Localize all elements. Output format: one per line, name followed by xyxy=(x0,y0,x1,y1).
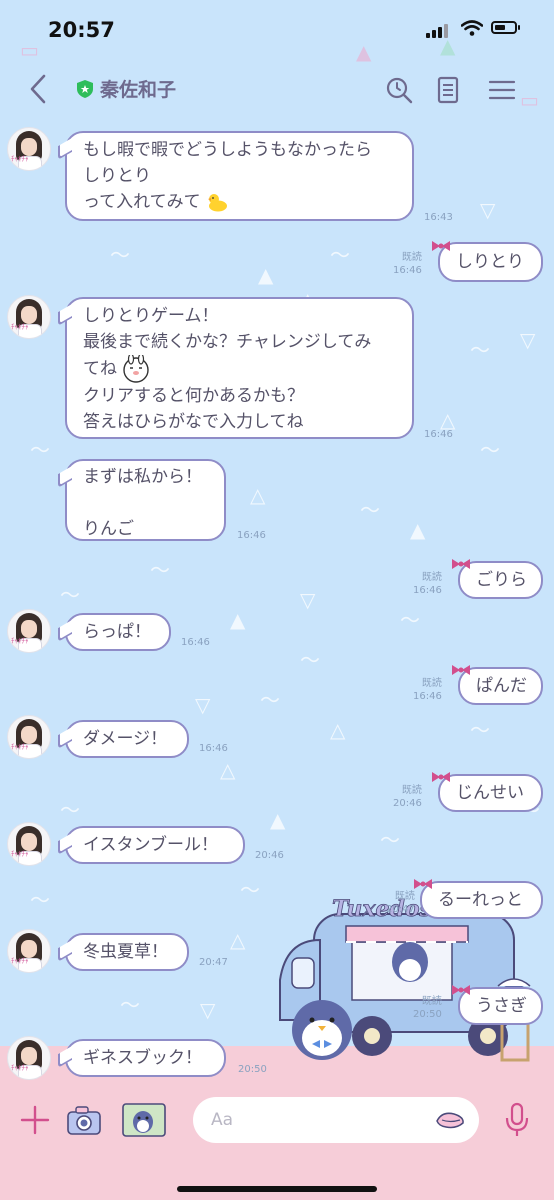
read-receipt: 既読 xyxy=(394,891,415,902)
message-text: ぱんだ xyxy=(476,676,527,696)
read-receipt: 既読 xyxy=(401,252,422,263)
message-text: しりとりゲーム！ xyxy=(83,306,219,326)
avatar[interactable]: ﾁｬｷﾁｬ xyxy=(7,295,51,339)
message-time: 16:46 xyxy=(413,691,442,702)
message-text: じんせい xyxy=(456,783,524,803)
avatar[interactable]: ﾁｬｷﾁｬ xyxy=(7,609,51,653)
message-bubble-incoming[interactable]: ダメージ！ xyxy=(65,720,189,758)
message-time: 20:47 xyxy=(386,904,415,915)
notes-icon[interactable] xyxy=(432,74,464,106)
contact-name[interactable]: 秦佐和子 xyxy=(100,75,176,102)
message-bubble-incoming[interactable]: 冬虫夏草！ xyxy=(65,933,189,971)
avatar[interactable]: ﾁｬｷﾁｬ xyxy=(7,929,51,973)
message-meta: 既読 16:46 xyxy=(393,251,422,277)
menu-icon[interactable] xyxy=(486,74,518,106)
message-time: 16:46 xyxy=(424,429,453,440)
message-time: 20:47 xyxy=(199,957,228,968)
official-shield-icon xyxy=(77,80,93,98)
image-gallery-icon[interactable] xyxy=(121,1102,167,1138)
message-text xyxy=(83,490,208,516)
bunny-emoji-icon xyxy=(123,355,150,383)
ribbon-icon xyxy=(432,241,450,251)
avatar[interactable]: ﾁｬｷﾁｬ xyxy=(7,127,51,171)
message-text: まずは私から！ xyxy=(83,467,202,487)
message-text: イスタンブール！ xyxy=(83,835,218,855)
message-bubble-outgoing[interactable]: るーれっと xyxy=(420,881,543,919)
ribbon-icon xyxy=(432,772,450,782)
message-meta: 既読 20:46 xyxy=(393,784,422,810)
message-time: 20:46 xyxy=(393,798,422,809)
message-bubble-incoming[interactable]: まずは私から！ りんご xyxy=(65,459,226,541)
ribbon-icon xyxy=(452,985,470,995)
message-time: 20:46 xyxy=(255,850,284,861)
message-text: 冬虫夏草！ xyxy=(83,942,168,962)
ribbon-icon xyxy=(452,665,470,675)
message-input[interactable]: Aa xyxy=(193,1097,479,1143)
message-text: うさぎ xyxy=(476,996,527,1016)
sticker-icon[interactable] xyxy=(434,1109,466,1133)
message-text: もし暇で暇でどうしようもなかったら xyxy=(83,140,372,160)
message-text: らっぱ！ xyxy=(83,622,151,642)
message-time: 16:46 xyxy=(181,637,210,648)
message-text: 答えはひらがなで入力してね xyxy=(83,412,304,432)
ribbon-icon xyxy=(414,879,432,889)
avatar[interactable]: ﾁｬｷﾁｬ xyxy=(7,822,51,866)
message-time: 16:46 xyxy=(199,743,228,754)
message-text: クリアすると何かあるかも？ xyxy=(83,386,304,406)
message-text: ギネスブック！ xyxy=(83,1048,202,1068)
message-text: りんご xyxy=(83,519,134,539)
message-bubble-incoming[interactable]: もし暇で暇でどうしようもなかったら しりとり って入れてみて xyxy=(65,131,414,221)
message-time: 16:46 xyxy=(237,530,266,541)
wifi-icon xyxy=(461,20,483,36)
message-bubble-incoming[interactable]: ギネスブック！ xyxy=(65,1039,226,1077)
message-meta: 既読 16:46 xyxy=(413,571,442,597)
message-text: 最後まで続くかな？チャレンジしてみ xyxy=(83,332,372,352)
microphone-icon[interactable] xyxy=(504,1102,530,1138)
message-text: しりとり xyxy=(83,166,151,186)
message-meta: 既読 16:46 xyxy=(413,677,442,703)
read-receipt: 既読 xyxy=(421,572,442,583)
message-time: 16:46 xyxy=(413,585,442,596)
message-text: るーれっと xyxy=(438,890,523,910)
message-text: って入れてみて xyxy=(83,192,201,212)
message-text: てね xyxy=(83,359,117,379)
message-time: 16:46 xyxy=(393,265,422,276)
message-time: 16:43 xyxy=(424,212,453,223)
read-receipt: 既読 xyxy=(421,678,442,689)
battery-icon xyxy=(491,21,517,34)
message-bubble-outgoing[interactable]: じんせい xyxy=(438,774,543,812)
message-meta: 既読 20:50 xyxy=(413,995,442,1021)
message-bubble-incoming[interactable]: しりとりゲーム！ 最後まで続くかな？チャレンジしてみ てね クリアすると何かある… xyxy=(65,297,414,439)
message-text: ごりら xyxy=(476,570,527,590)
message-bubble-incoming[interactable]: らっぱ！ xyxy=(65,613,171,651)
back-arrow-icon[interactable] xyxy=(24,72,54,106)
message-text: ダメージ！ xyxy=(83,729,168,749)
status-time: 20:57 xyxy=(48,18,115,42)
read-receipt: 既読 xyxy=(401,785,422,796)
message-text: しりとり xyxy=(456,252,524,272)
avatar[interactable]: ﾁｬｷﾁｬ xyxy=(7,715,51,759)
cellular-signal-icon xyxy=(426,22,452,38)
home-indicator xyxy=(177,1186,377,1192)
plus-icon[interactable] xyxy=(20,1105,50,1135)
avatar[interactable]: ﾁｬｷﾁｬ xyxy=(7,1036,51,1080)
message-time: 20:50 xyxy=(413,1009,442,1020)
ribbon-icon xyxy=(452,559,470,569)
message-bubble-incoming[interactable]: イスタンブール！ xyxy=(65,826,245,864)
search-icon[interactable] xyxy=(383,74,415,106)
message-time: 20:50 xyxy=(238,1064,267,1075)
message-input-placeholder: Aa xyxy=(211,1110,234,1130)
message-meta: 既読 20:47 xyxy=(386,890,415,916)
chat-header: 秦佐和子 xyxy=(0,60,554,120)
message-input-bar: Aa xyxy=(0,1090,554,1200)
duck-emoji-icon xyxy=(208,194,228,212)
status-bar: 20:57 xyxy=(0,0,554,60)
camera-icon[interactable] xyxy=(66,1104,102,1136)
message-bubble-outgoing[interactable]: しりとり xyxy=(438,242,543,282)
read-receipt: 既読 xyxy=(421,996,442,1007)
